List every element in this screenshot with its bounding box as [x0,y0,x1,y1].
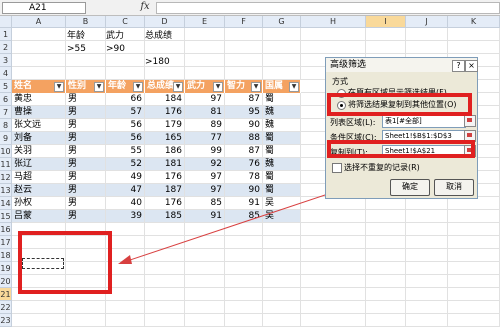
list-range-picker-icon[interactable] [464,115,476,127]
grid-cell[interactable] [366,301,406,314]
method-label: 方式 [332,77,348,86]
grid-cell[interactable] [448,301,500,314]
grid-cell[interactable] [406,314,448,327]
cancel-button[interactable]: 取消 [434,179,474,196]
grid-cell[interactable] [185,314,225,327]
grid-cell[interactable] [448,314,500,327]
help-button[interactable]: ? [452,60,465,72]
list-range-label: 列表区域(L): [330,118,376,127]
grid-cell[interactable] [12,314,66,327]
grid-cell[interactable] [225,301,263,314]
grid-cell[interactable] [225,314,263,327]
grid-cell[interactable] [301,314,366,327]
unique-records-checkbox[interactable] [332,163,342,173]
grid-cell[interactable] [145,314,185,327]
close-button[interactable]: × [465,60,478,72]
grid-cell[interactable] [406,301,448,314]
grid-cell[interactable] [145,301,185,314]
ok-button[interactable]: 确定 [390,179,430,196]
grid-cell[interactable] [66,314,106,327]
grid-cell[interactable] [301,301,366,314]
advanced-filter-dialog: 高级筛选 ? × 方式 在原有区域显示筛选结果(F) 将筛选结果复制到其他位置(… [325,57,478,199]
grid-cell[interactable] [263,314,301,327]
row-header-23[interactable]: 23 [0,314,12,327]
grid-cell[interactable] [106,314,145,327]
grid-cell[interactable] [366,314,406,327]
row-header-22[interactable]: 22 [0,301,12,314]
grid-cell[interactable] [12,301,66,314]
grid-cell[interactable] [263,301,301,314]
list-range-input[interactable]: 表1[#全部] [382,115,466,128]
grid-cell[interactable] [185,301,225,314]
grid-cell[interactable] [66,301,106,314]
grid-cell[interactable] [106,301,145,314]
copy-to-highlight [327,140,475,158]
option-copy-highlight [327,93,472,116]
unique-records-label[interactable]: 选择不重复的记录(R) [344,162,420,173]
